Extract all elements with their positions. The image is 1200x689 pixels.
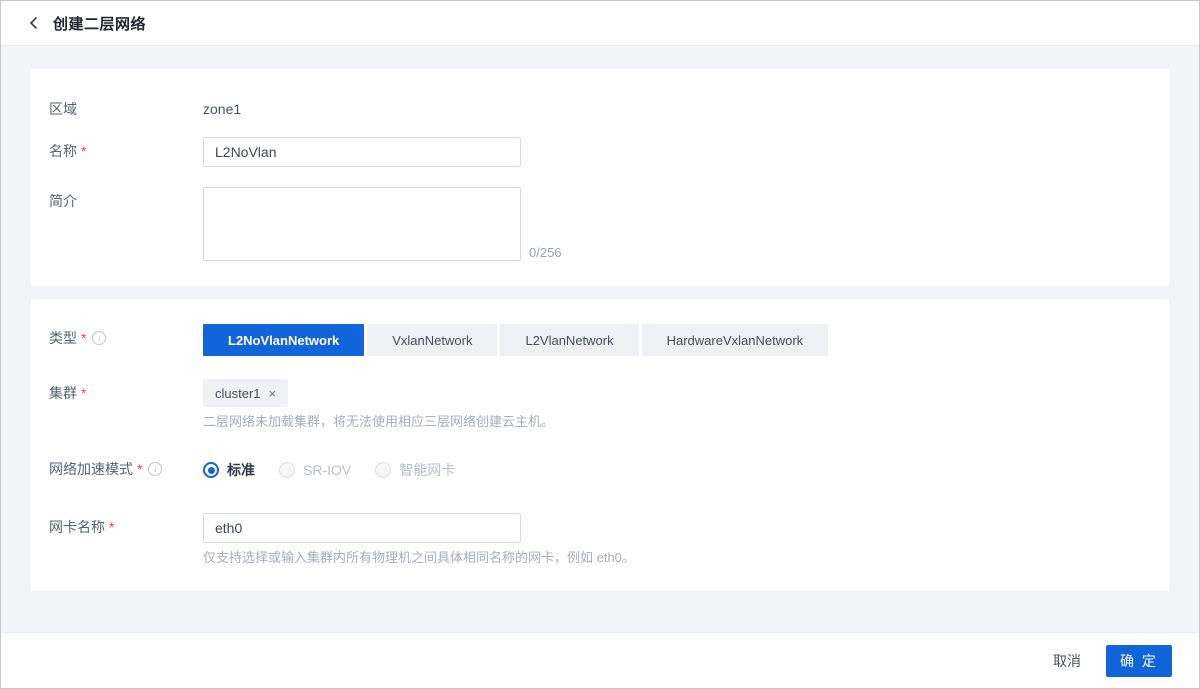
- footer-action-bar: 取消 确 定: [1, 632, 1199, 688]
- info-icon[interactable]: i: [148, 462, 162, 476]
- char-counter: 0/256: [529, 245, 562, 261]
- network-config-card: 类型* i L2NoVlanNetwork VxlanNetwork L2Vla…: [31, 299, 1169, 591]
- nic-name-row: 网卡名称* 仅支持选择或输入集群内所有物理机之间具体相同名称的网卡，例如 eth…: [31, 513, 1169, 567]
- cluster-label: 集群*: [31, 379, 203, 407]
- radio-unselected-icon: [279, 462, 295, 478]
- zone-row: 区域 zone1: [31, 95, 1169, 123]
- nic-name-input[interactable]: [203, 513, 521, 543]
- required-mark: *: [81, 385, 86, 401]
- required-mark: *: [81, 324, 86, 352]
- back-button[interactable]: [29, 16, 38, 30]
- create-l2-network-page: 创建二层网络 区域 zone1 名称*: [0, 0, 1200, 689]
- type-label: 类型* i: [31, 324, 203, 352]
- cluster-tag[interactable]: cluster1 ×: [203, 379, 288, 407]
- type-tab-vxlan[interactable]: VxlanNetwork: [367, 324, 497, 356]
- nic-name-label: 网卡名称*: [31, 513, 203, 541]
- acceleration-label: 网络加速模式* i: [31, 459, 203, 479]
- close-icon[interactable]: ×: [269, 387, 277, 400]
- confirm-button[interactable]: 确 定: [1106, 645, 1172, 677]
- radio-selected-icon: [203, 462, 219, 478]
- cluster-helper-text: 二层网络未加载集群，将无法使用相应三层网络创建云主机。: [203, 413, 1169, 431]
- radio-unselected-icon: [375, 462, 391, 478]
- cancel-button[interactable]: 取消: [1049, 645, 1085, 677]
- page-title: 创建二层网络: [53, 13, 146, 34]
- required-mark: *: [81, 143, 86, 159]
- cluster-row: 集群* cluster1 × 二层网络未加载集群，将无法使用相应三层网络创建云主…: [31, 379, 1169, 431]
- nic-helper-text: 仅支持选择或输入集群内所有物理机之间具体相同名称的网卡，例如 eth0。: [203, 549, 1169, 567]
- acceleration-row: 网络加速模式* i 标准 SR-IOV: [31, 459, 1169, 480]
- radio-sriov[interactable]: SR-IOV: [279, 462, 351, 478]
- name-label: 名称*: [31, 137, 203, 165]
- page-header: 创建二层网络: [1, 1, 1199, 46]
- name-row: 名称*: [31, 137, 1169, 167]
- required-mark: *: [137, 459, 142, 479]
- description-label: 简介: [31, 187, 203, 215]
- basic-info-card: 区域 zone1 名称* 简介 0/: [31, 69, 1169, 286]
- type-tab-hardwarevxlan[interactable]: HardwareVxlanNetwork: [642, 324, 829, 356]
- form-body: 区域 zone1 名称* 简介 0/: [1, 46, 1199, 632]
- type-tab-group: L2NoVlanNetwork VxlanNetwork L2VlanNetwo…: [203, 324, 1169, 356]
- description-textarea[interactable]: [203, 187, 521, 261]
- type-row: 类型* i L2NoVlanNetwork VxlanNetwork L2Vla…: [31, 324, 1169, 356]
- type-tab-l2novlan[interactable]: L2NoVlanNetwork: [203, 324, 364, 356]
- required-mark: *: [109, 519, 114, 535]
- cluster-tag-label: cluster1: [215, 386, 261, 401]
- acceleration-radio-group: 标准 SR-IOV 智能网卡: [203, 459, 1169, 480]
- zone-value: zone1: [203, 101, 241, 117]
- description-row: 简介 0/256: [31, 187, 1169, 261]
- radio-standard[interactable]: 标准: [203, 460, 255, 480]
- info-icon[interactable]: i: [92, 331, 106, 345]
- zone-label: 区域: [31, 95, 203, 123]
- type-tab-l2vlan[interactable]: L2VlanNetwork: [500, 324, 638, 356]
- name-input[interactable]: [203, 137, 521, 167]
- chevron-left-icon: [29, 16, 38, 30]
- radio-smartnic[interactable]: 智能网卡: [375, 460, 455, 480]
